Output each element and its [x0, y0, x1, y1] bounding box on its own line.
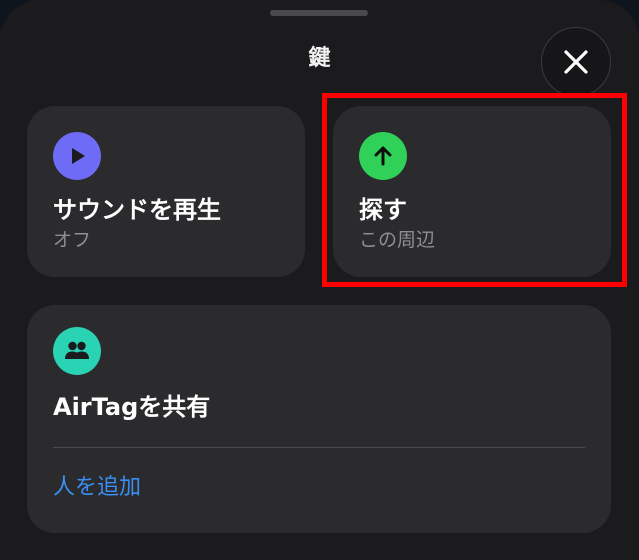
- close-button[interactable]: [541, 27, 611, 97]
- people-icon: [53, 327, 101, 375]
- share-airtag-card: AirTagを共有 人を追加: [27, 305, 611, 533]
- close-icon: [564, 50, 588, 74]
- play-icon: [53, 132, 101, 180]
- item-detail-sheet: 鍵 サウンドを再生 オフ 探す この周辺 AirTagを共有 人を追加: [0, 0, 639, 560]
- play-sound-card[interactable]: サウンドを再生 オフ: [27, 106, 305, 277]
- sheet-grabber[interactable]: [270, 10, 368, 16]
- highlight-box: [322, 93, 627, 287]
- add-person-link[interactable]: 人を追加: [53, 473, 141, 503]
- play-sound-title: サウンドを再生: [53, 196, 221, 224]
- share-airtag-title: AirTagを共有: [53, 393, 211, 421]
- share-divider: [53, 447, 585, 448]
- play-sound-status: オフ: [53, 229, 92, 251]
